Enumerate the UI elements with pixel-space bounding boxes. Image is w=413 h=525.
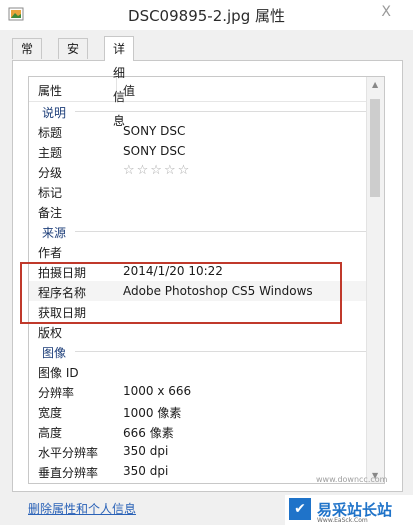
list-header: 属性 值: [29, 77, 384, 102]
property-value[interactable]: 1000 x 666: [123, 384, 191, 398]
property-name: 程序名称: [38, 286, 87, 300]
property-value[interactable]: 2014/1/20 10:22: [123, 264, 223, 278]
section-description: 说明: [29, 101, 384, 121]
property-value[interactable]: SONY DSC: [123, 144, 185, 158]
scroll-up-arrow-icon[interactable]: ▲: [372, 80, 378, 89]
table-row[interactable]: 获取日期: [29, 301, 384, 321]
table-row[interactable]: 程序名称 Adobe Photoshop CS5 Windows: [29, 281, 384, 301]
tab-security[interactable]: 安全: [58, 38, 89, 76]
vertical-scrollbar[interactable]: ▲ ▼: [366, 77, 384, 483]
scrollbar-thumb[interactable]: [370, 99, 380, 197]
property-name: 主题: [38, 146, 63, 160]
property-name: 拍摄日期: [38, 266, 87, 280]
property-name: 获取日期: [38, 306, 87, 320]
property-name: 图像 ID: [38, 366, 79, 380]
details-panel: 属性 值 说明 标题 SONY DSC 主题 SONY DSC 分级 ☆☆☆☆☆: [12, 60, 403, 492]
property-value[interactable]: 350 dpi: [123, 444, 168, 458]
property-name: 标题: [38, 126, 63, 140]
property-value[interactable]: SONY DSC: [123, 124, 185, 138]
close-icon[interactable]: X: [381, 4, 391, 20]
property-value[interactable]: Adobe Photoshop CS5 Windows: [123, 284, 313, 298]
section-origin: 来源: [29, 221, 384, 241]
title-bar: DSC09895-2.jpg 属性 X: [0, 0, 413, 30]
site-logo: ✔ 易采站长站 Www.EaSck.Com: [285, 495, 413, 525]
section-label: 来源: [42, 226, 67, 240]
table-row[interactable]: 标题 SONY DSC: [29, 121, 384, 141]
properties-list[interactable]: 属性 值 说明 标题 SONY DSC 主题 SONY DSC 分级 ☆☆☆☆☆: [28, 76, 385, 484]
property-rows: 说明 标题 SONY DSC 主题 SONY DSC 分级 ☆☆☆☆☆ 标记 备…: [29, 101, 384, 481]
property-name: 标记: [38, 186, 63, 200]
property-name: 高度: [38, 426, 63, 440]
table-row[interactable]: 备注: [29, 201, 384, 221]
table-row[interactable]: 宽度 1000 像素: [29, 401, 384, 421]
table-row[interactable]: 水平分辨率 350 dpi: [29, 441, 384, 461]
table-row[interactable]: 标记: [29, 181, 384, 201]
property-value[interactable]: 666 像素: [123, 424, 174, 441]
rating-stars-icon[interactable]: ☆☆☆☆☆: [123, 163, 191, 178]
table-row[interactable]: 图像 ID: [29, 361, 384, 381]
remove-properties-link[interactable]: 删除属性和个人信息: [28, 500, 136, 517]
table-row[interactable]: 作者: [29, 241, 384, 261]
property-value[interactable]: 350 dpi: [123, 464, 168, 478]
property-name: 作者: [38, 246, 63, 260]
table-row[interactable]: 高度 666 像素: [29, 421, 384, 441]
property-name: 分级: [38, 166, 63, 180]
window-title: DSC09895-2.jpg 属性: [128, 7, 285, 25]
section-label: 说明: [42, 106, 67, 120]
table-row[interactable]: 分辨率 1000 x 666: [29, 381, 384, 401]
section-divider: [75, 231, 376, 232]
property-name: 备注: [38, 206, 63, 220]
section-label: 图像: [42, 346, 67, 360]
logo-subtext: Www.EaSck.Com: [317, 517, 368, 524]
property-name: 垂直分辨率: [38, 466, 99, 480]
column-header-property[interactable]: 属性: [38, 82, 62, 99]
watermark-url: www.downcc.com: [316, 475, 388, 484]
property-name: 宽度: [38, 406, 63, 420]
property-name: 分辨率: [38, 386, 75, 400]
table-row[interactable]: 分级 ☆☆☆☆☆: [29, 161, 384, 181]
logo-check-icon: ✔: [289, 498, 311, 520]
property-name: 版权: [38, 326, 63, 340]
table-row[interactable]: 版权: [29, 321, 384, 341]
property-name: 水平分辨率: [38, 446, 99, 460]
section-image: 图像: [29, 341, 384, 361]
property-value[interactable]: 1000 像素: [123, 404, 181, 421]
section-divider: [75, 351, 376, 352]
tab-general[interactable]: 常规: [12, 38, 43, 76]
tab-details[interactable]: 详细信息: [104, 36, 135, 128]
table-row[interactable]: 拍摄日期 2014/1/20 10:22: [29, 261, 384, 281]
table-row[interactable]: 主题 SONY DSC: [29, 141, 384, 161]
